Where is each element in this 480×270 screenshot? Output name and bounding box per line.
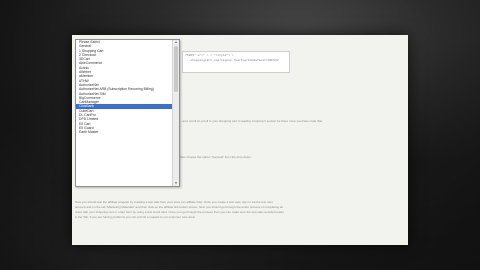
tracking-code-textarea[interactable]: 75055" w'=" > < "/style"> < ...shoppingc… xyxy=(182,51,290,73)
instruction-line-2: then choose the option "General" from th… xyxy=(180,155,251,159)
dropdown-scrollbar[interactable]: ▲ ▼ xyxy=(172,40,179,186)
scroll-up-arrow-icon[interactable]: ▲ xyxy=(173,40,179,45)
scroll-thumb[interactable] xyxy=(174,46,178,92)
scroll-down-arrow-icon[interactable]: ▼ xyxy=(173,181,179,186)
step3-paragraph-line-4: in the Tab. If you are having problems y… xyxy=(75,215,196,219)
dropdown-options: Please Select General 1 Shopping Cart 2 Che… xyxy=(76,40,173,186)
step3-paragraph-line-2: account and on the tab "Marketing Materi… xyxy=(75,205,284,209)
step3-paragraph-line-3: order with your shopping cart or order f… xyxy=(75,210,284,214)
step3-paragraph-line-1: Now you should test the affiliate progra… xyxy=(75,200,273,204)
instruction-line-1: ...and, scroll on scroll to your shoppin… xyxy=(180,119,322,123)
dropdown-option[interactable]: Earth Master xyxy=(76,130,173,134)
code-line-2: ...shoppingcart.com/signup.?partnerId=de… xyxy=(185,59,279,62)
platform-dropdown-list[interactable]: Please Select General 1 Shopping Cart 2 Che… xyxy=(75,39,180,187)
browser-page: 75055" w'=" > < "/style"> < ...shoppingc… xyxy=(72,35,408,245)
